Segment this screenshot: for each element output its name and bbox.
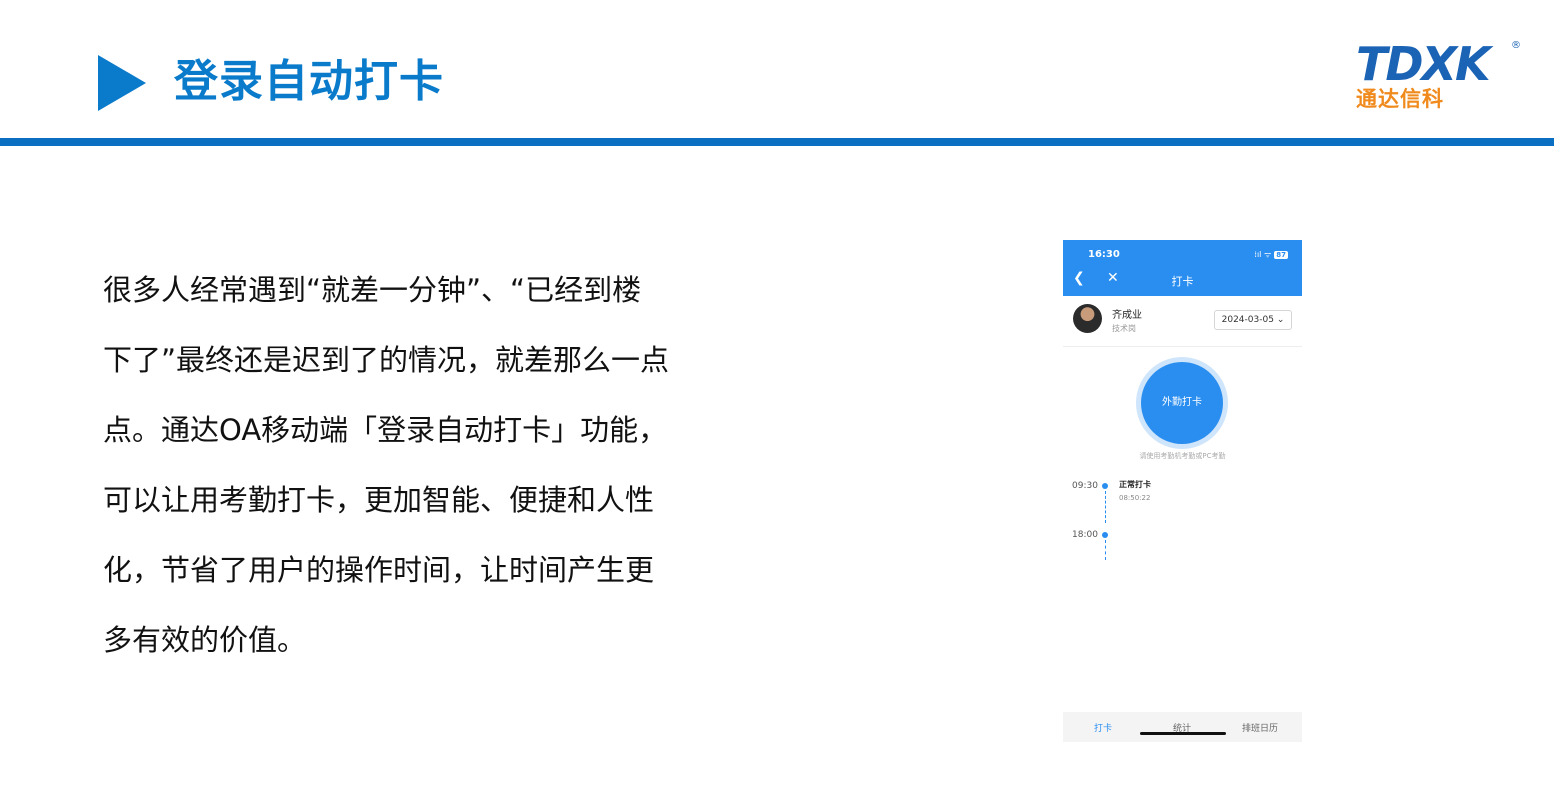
- employee-name: 齐成业: [1112, 310, 1142, 321]
- punch-button[interactable]: 外勤打卡: [1141, 362, 1223, 444]
- employee-dept: 技术岗: [1112, 324, 1136, 333]
- timeline-time: 09:30: [1072, 481, 1098, 491]
- paragraph-line: 可以让用考勤打卡，更加智能、便捷和人性: [103, 483, 655, 517]
- paragraph-line: 点。通达OA移动端「登录自动打卡」功能，: [103, 413, 668, 447]
- phone-header: 16:30 ⁞ıl ᯤ 87 ❮ ✕ 打卡: [1063, 240, 1302, 296]
- timeline-label: 正常打卡: [1119, 480, 1151, 489]
- nav-title: 打卡: [1171, 275, 1194, 288]
- home-indicator: [1140, 732, 1226, 735]
- logo-letters: TDXK: [1356, 37, 1491, 91]
- title-triangle-icon: [98, 55, 146, 111]
- paragraph-line: 很多人经常遇到“就差一分钟”、“已经到楼: [103, 273, 642, 307]
- status-icons: ⁞ıl ᯤ 87: [1254, 249, 1288, 260]
- tab-schedule-calendar[interactable]: 排班日历: [1242, 721, 1278, 734]
- chevron-down-icon: ⌄: [1276, 315, 1285, 325]
- paragraph-line: 多有效的价值。: [103, 623, 307, 657]
- tab-punch[interactable]: 打卡: [1094, 721, 1112, 734]
- logo-chinese-name: 通达信科: [1356, 87, 1444, 111]
- brand-logo: TDXK ® 通达信科: [1354, 38, 1524, 116]
- date-value: 2024-03-05: [1221, 315, 1274, 325]
- logo-registered-mark: ®: [1511, 40, 1521, 51]
- signal-wifi-icon: ⁞ıl ᯤ: [1254, 250, 1272, 259]
- timeline-line: [1105, 540, 1106, 560]
- body-paragraph: 很多人经常遇到“就差一分钟”、“已经到楼 下了”最终还是迟到了的情况，就差那么一…: [103, 255, 703, 675]
- slide-title: 登录自动打卡: [174, 56, 444, 107]
- divider: [1063, 346, 1302, 347]
- location-pin-icon: [1102, 532, 1108, 538]
- header-divider: [0, 138, 1554, 146]
- punch-hint: 请使用考勤机考勤或PC考勤: [1139, 452, 1226, 460]
- timeline-sub: 08:50:22: [1119, 494, 1151, 502]
- paragraph-line: 化，节省了用户的操作时间，让时间产生更: [103, 553, 655, 587]
- timeline-line: [1105, 491, 1106, 523]
- paragraph-line: 下了”最终还是迟到了的情况，就差那么一点: [103, 343, 670, 377]
- battery-icon: 87: [1274, 251, 1288, 259]
- location-pin-icon: [1102, 483, 1108, 489]
- phone-screenshot: 16:30 ⁞ıl ᯤ 87 ❮ ✕ 打卡 齐成业 技术岗 2024-03-05 …: [1063, 240, 1302, 742]
- tab-bar: 打卡 统计 排班日历: [1063, 712, 1302, 742]
- avatar: [1073, 304, 1102, 333]
- timeline-time: 18:00: [1072, 530, 1098, 540]
- date-picker[interactable]: 2024-03-05 ⌄: [1214, 310, 1292, 330]
- status-time: 16:30: [1088, 249, 1120, 260]
